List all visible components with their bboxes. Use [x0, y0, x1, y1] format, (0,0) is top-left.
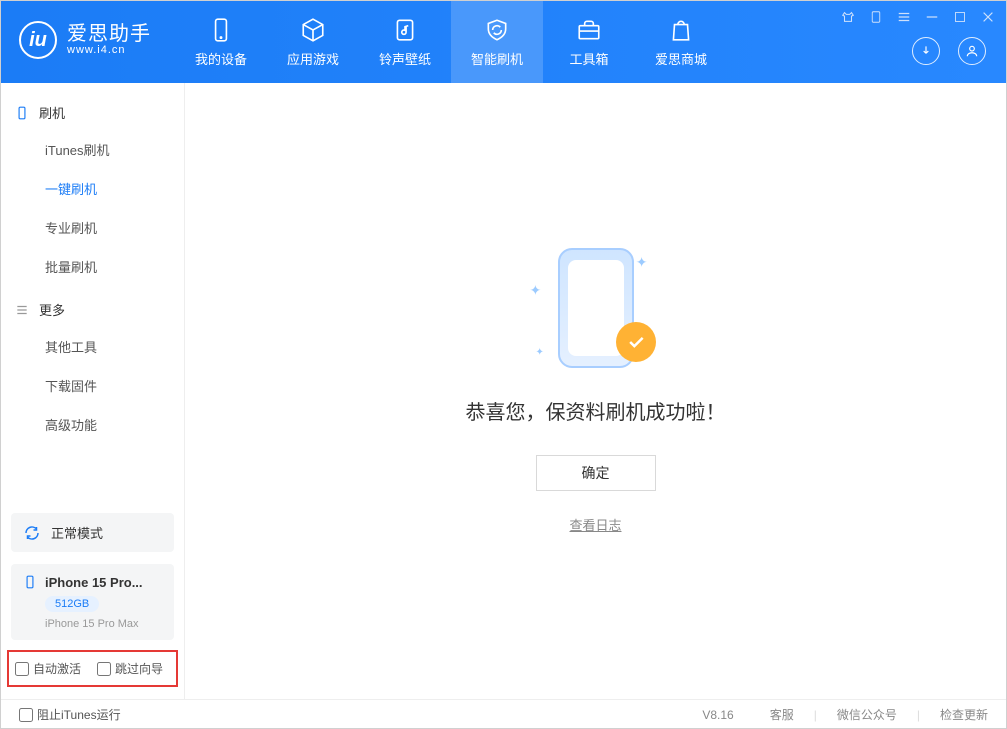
- footer-link-update[interactable]: 检查更新: [940, 706, 988, 723]
- close-icon[interactable]: [980, 9, 996, 25]
- maximize-icon[interactable]: [952, 9, 968, 25]
- window-controls: [840, 9, 996, 25]
- top-nav: 我的设备 应用游戏 铃声壁纸 智能刷机 工具箱 爱思商城: [175, 1, 727, 83]
- view-log-link[interactable]: 查看日志: [569, 515, 621, 534]
- cube-icon: [300, 17, 326, 43]
- auto-activate-checkbox[interactable]: 自动激活: [15, 660, 81, 677]
- sidebar-bottom: 正常模式 iPhone 15 Pro... 512GB iPhone 15 Pr…: [1, 513, 184, 699]
- sidebar-title-flash[interactable]: 刷机: [1, 95, 184, 130]
- music-icon: [392, 17, 418, 43]
- sidebar-group-flash: 刷机 iTunes刷机 一键刷机 专业刷机 批量刷机: [1, 95, 184, 286]
- download-icon: [919, 44, 933, 58]
- skip-wizard-checkbox[interactable]: 跳过向导: [97, 660, 163, 677]
- body: 刷机 iTunes刷机 一键刷机 专业刷机 批量刷机 更多 其他工具 下载固件 …: [1, 83, 1006, 699]
- footer-right: V8.16 客服 | 微信公众号 | 检查更新: [702, 706, 988, 723]
- minimize-icon[interactable]: [924, 9, 940, 25]
- device-mode-box[interactable]: 正常模式: [11, 513, 174, 552]
- device-info-box[interactable]: iPhone 15 Pro... 512GB iPhone 15 Pro Max: [11, 564, 174, 640]
- user-icon: [965, 44, 979, 58]
- highlighted-options-box: 自动激活 跳过向导: [7, 650, 178, 687]
- skip-wizard-input[interactable]: [97, 662, 111, 676]
- download-button[interactable]: [912, 37, 940, 65]
- auto-activate-input[interactable]: [15, 662, 29, 676]
- nav-smart-flash[interactable]: 智能刷机: [451, 1, 543, 83]
- app-url: www.i4.cn: [67, 44, 151, 56]
- nav-toolbox[interactable]: 工具箱: [543, 1, 635, 83]
- device-name-row: iPhone 15 Pro...: [23, 574, 162, 590]
- toolbox-icon: [576, 17, 602, 43]
- logo-area: iu 爱思助手 www.i4.cn: [1, 1, 167, 59]
- sparkle-icon: ✦: [636, 254, 648, 271]
- phone-link-icon[interactable]: [868, 9, 884, 25]
- app-logo-icon: iu: [19, 21, 57, 59]
- ok-button[interactable]: 确定: [536, 455, 656, 491]
- nav-ringtone-wallpaper[interactable]: 铃声壁纸: [359, 1, 451, 83]
- header-actions: [912, 37, 986, 65]
- app-logo-text: 爱思助手 www.i4.cn: [67, 24, 151, 56]
- sidebar-item-other-tools[interactable]: 其他工具: [1, 327, 184, 366]
- bag-icon: [668, 17, 694, 43]
- sidebar: 刷机 iTunes刷机 一键刷机 专业刷机 批量刷机 更多 其他工具 下载固件 …: [1, 83, 185, 699]
- success-illustration: ✦ ✦ ✦: [536, 248, 656, 368]
- device-name: iPhone 15 Pro...: [45, 575, 143, 590]
- list-small-icon: [15, 303, 29, 317]
- sidebar-item-itunes-flash[interactable]: iTunes刷机: [1, 130, 184, 169]
- sidebar-group-more: 更多 其他工具 下载固件 高级功能: [1, 292, 184, 444]
- footer-link-support[interactable]: 客服: [770, 706, 794, 723]
- sidebar-item-pro-flash[interactable]: 专业刷机: [1, 208, 184, 247]
- block-itunes-input[interactable]: [19, 708, 33, 722]
- success-message: 恭喜您，保资料刷机成功啦！: [466, 396, 726, 425]
- menu-icon[interactable]: [896, 9, 912, 25]
- sidebar-title-more[interactable]: 更多: [1, 292, 184, 327]
- app-header: iu 爱思助手 www.i4.cn 我的设备 应用游戏 铃声壁纸 智能刷机 工具…: [1, 1, 1006, 83]
- device-phone-icon: [23, 574, 37, 590]
- sidebar-item-advanced[interactable]: 高级功能: [1, 405, 184, 444]
- phone-small-icon: [15, 106, 29, 120]
- version-text: V8.16: [702, 708, 733, 722]
- main-content: ✦ ✦ ✦ 恭喜您，保资料刷机成功啦！ 确定 查看日志: [185, 83, 1006, 699]
- device-storage-badge: 512GB: [45, 596, 99, 612]
- user-button[interactable]: [958, 37, 986, 65]
- device-model: iPhone 15 Pro Max: [45, 618, 162, 630]
- phone-icon: [208, 17, 234, 43]
- refresh-shield-icon: [484, 17, 510, 43]
- nav-my-device[interactable]: 我的设备: [175, 1, 267, 83]
- footer-link-wechat[interactable]: 微信公众号: [837, 706, 897, 723]
- sidebar-item-download-firmware[interactable]: 下载固件: [1, 366, 184, 405]
- block-itunes-checkbox[interactable]: 阻止iTunes运行: [19, 706, 121, 723]
- sparkle-icon: ✦: [530, 282, 542, 299]
- footer: 阻止iTunes运行 V8.16 客服 | 微信公众号 | 检查更新: [1, 699, 1006, 729]
- app-name: 爱思助手: [67, 24, 151, 44]
- sparkle-icon: ✦: [536, 347, 544, 358]
- footer-left: 阻止iTunes运行: [19, 706, 121, 723]
- sidebar-item-oneclick-flash[interactable]: 一键刷机: [1, 169, 184, 208]
- skin-icon[interactable]: [840, 9, 856, 25]
- sidebar-item-batch-flash[interactable]: 批量刷机: [1, 247, 184, 286]
- nav-apps-games[interactable]: 应用游戏: [267, 1, 359, 83]
- nav-store[interactable]: 爱思商城: [635, 1, 727, 83]
- check-badge-icon: [616, 322, 656, 362]
- refresh-icon: [23, 524, 41, 542]
